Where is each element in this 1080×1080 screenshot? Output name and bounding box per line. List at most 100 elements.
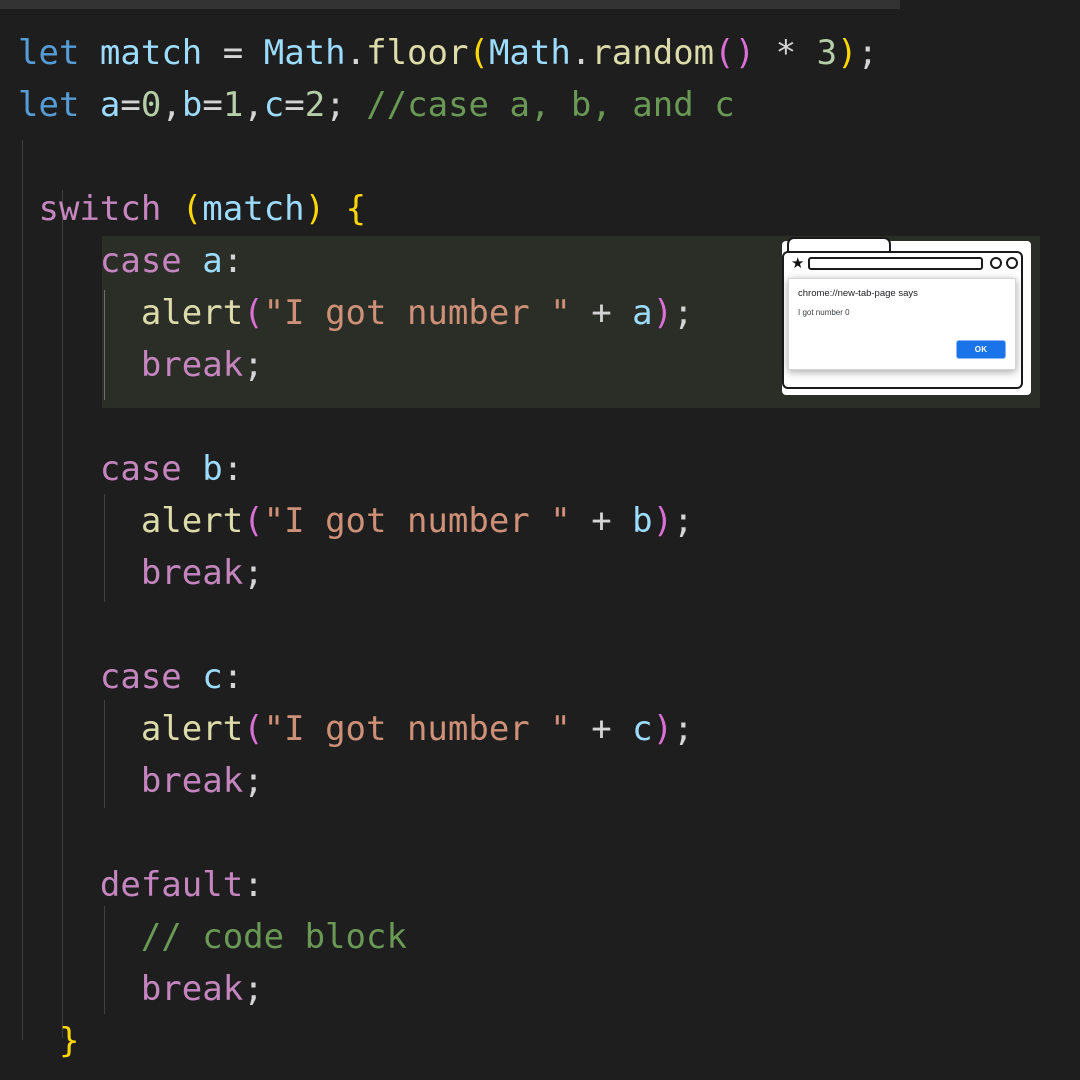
screenshot-root: let match = Math.floor(Math.random() * 3… — [0, 0, 1080, 1080]
code-token: = — [202, 85, 223, 125]
alert-ok-button[interactable]: OK — [956, 340, 1006, 359]
code-line: // code block — [0, 911, 1080, 963]
code-token: alert — [140, 501, 244, 541]
code-token: default — [99, 865, 244, 905]
code-token: a — [202, 241, 223, 281]
code-line: } — [0, 1015, 1080, 1067]
code-token: . — [570, 33, 592, 73]
code-token: ) — [837, 33, 858, 73]
code-token: a — [99, 85, 121, 125]
bookmark-star-icon[interactable]: ★ — [791, 256, 804, 271]
code-token: ) — [734, 33, 756, 73]
code-line: switch (match) { — [0, 183, 1080, 235]
code-token: = — [222, 33, 244, 73]
code-token: } — [58, 1021, 80, 1061]
code-token: alert — [140, 709, 244, 749]
window-control-circle-2[interactable] — [1006, 257, 1018, 269]
code-token: + — [591, 501, 612, 541]
code-token: , — [161, 85, 182, 125]
code-token: ( — [181, 189, 203, 229]
code-token: ; — [243, 553, 264, 593]
code-token: . — [345, 33, 367, 73]
code-token: 1 — [222, 85, 244, 125]
code-token: // code block — [140, 917, 407, 957]
code-token: ( — [714, 33, 735, 73]
code-token: break — [140, 969, 244, 1009]
code-editor-content[interactable]: let match = Math.floor(Math.random() * 3… — [0, 0, 1080, 1080]
code-line: let a=0,b=1,c=2; //case a, b, and c — [0, 79, 1080, 131]
code-line: break; — [0, 547, 1080, 599]
alert-dialog-message: I got number 0 — [798, 308, 850, 317]
code-line: let match = Math.floor(Math.random() * 3… — [0, 27, 1080, 79]
code-token: case — [99, 449, 182, 489]
code-token: ; — [243, 969, 264, 1009]
code-token: alert — [140, 293, 244, 333]
code-token: ) — [652, 293, 674, 333]
code-token: ; — [325, 85, 346, 125]
code-token: floor — [366, 33, 469, 73]
js-alert-dialog: chrome://new-tab-page says I got number … — [788, 278, 1016, 370]
code-token: break — [140, 345, 244, 385]
code-token: "I got number " — [263, 501, 571, 541]
code-line: break; — [0, 963, 1080, 1015]
code-token: 3 — [816, 33, 838, 73]
code-token: , — [243, 85, 264, 125]
alert-dialog-title: chrome://new-tab-page says — [798, 288, 918, 299]
code-line: alert("I got number " + b); — [0, 495, 1080, 547]
code-token: match — [99, 33, 203, 73]
code-token: switch — [38, 189, 162, 229]
window-control-circle-1[interactable] — [990, 257, 1002, 269]
code-token: c — [263, 85, 285, 125]
code-token: : — [222, 657, 244, 697]
code-token: case — [99, 241, 182, 281]
code-token: 2 — [304, 85, 326, 125]
code-line: break; — [0, 755, 1080, 807]
code-token: let — [18, 85, 80, 125]
code-token: c — [202, 657, 223, 697]
code-token: case — [99, 657, 182, 697]
code-token: + — [591, 293, 612, 333]
code-token: = — [120, 85, 141, 125]
code-token: //case a, b, and c — [366, 85, 735, 125]
code-line: alert("I got number " + c); — [0, 703, 1080, 755]
code-token: b — [202, 449, 223, 489]
code-token: ( — [243, 709, 264, 749]
code-token: ( — [243, 501, 264, 541]
browser-alert-mock: ★ chrome://new-tab-page says I got numbe… — [779, 237, 1031, 395]
code-token: c — [632, 709, 653, 749]
code-token: ) — [304, 189, 326, 229]
code-token: ( — [243, 293, 264, 333]
address-bar-input[interactable] — [808, 257, 983, 270]
code-token: * — [775, 33, 797, 73]
code-token: ; — [673, 501, 694, 541]
code-token: = — [284, 85, 305, 125]
code-line: default: — [0, 859, 1080, 911]
code-token: ; — [673, 293, 694, 333]
